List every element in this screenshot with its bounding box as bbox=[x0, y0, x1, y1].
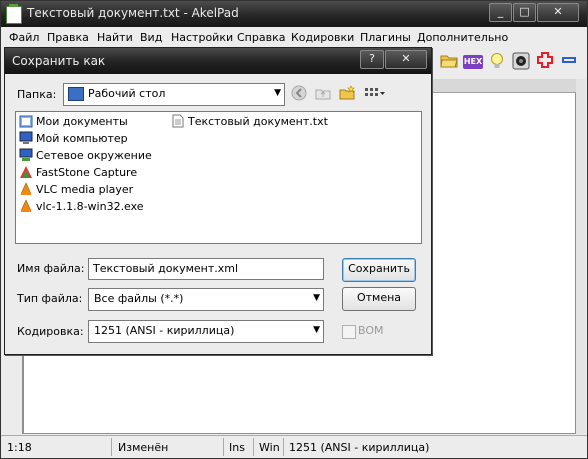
hex-icon[interactable]: HEX bbox=[463, 55, 483, 69]
status-insert-mode: Ins bbox=[229, 441, 245, 454]
filetype-label: Тип файла: bbox=[17, 292, 83, 305]
menu-file[interactable]: Файл bbox=[9, 31, 39, 44]
menu-plugins[interactable]: Плагины bbox=[360, 31, 411, 44]
red-cross-icon[interactable] bbox=[535, 52, 555, 72]
chevron-down-icon: ▼ bbox=[313, 325, 320, 335]
file-name: Текстовый документ.txt bbox=[188, 115, 328, 128]
title-bar[interactable]: Текстовый документ.txt - AkelPad _ □ ✕ bbox=[1, 1, 587, 27]
speaker-icon[interactable] bbox=[511, 52, 531, 72]
chevron-down-icon: ▼ bbox=[313, 293, 320, 303]
folder-select-value: Рабочий стол bbox=[88, 87, 166, 100]
file-name: FastStone Capture bbox=[36, 166, 138, 179]
notepad-app-icon bbox=[6, 4, 22, 24]
close-button[interactable]: ✕ bbox=[537, 3, 579, 22]
blue-minus-icon[interactable] bbox=[559, 52, 579, 72]
vlc-icon bbox=[19, 199, 33, 213]
file-name: Сетевое окружение bbox=[36, 149, 152, 162]
status-newline: Win bbox=[259, 441, 280, 454]
save-button[interactable]: Сохранить bbox=[342, 258, 416, 282]
folder-label: Папка: bbox=[17, 88, 57, 101]
filename-input[interactable]: Текстовый документ.xml bbox=[88, 258, 324, 280]
menu-edit[interactable]: Правка bbox=[47, 31, 89, 44]
file-name: vlc-1.1.8-win32.exe bbox=[36, 200, 144, 213]
status-divider bbox=[283, 438, 284, 456]
lightbulb-icon[interactable] bbox=[487, 52, 507, 72]
view-menu-icon[interactable] bbox=[362, 85, 386, 103]
chevron-down-icon: ▼ bbox=[274, 88, 281, 98]
my-computer-icon bbox=[19, 131, 33, 145]
help-button[interactable]: ? bbox=[360, 50, 384, 69]
menu-help[interactable]: Справка bbox=[237, 31, 285, 44]
file-name: VLC media player bbox=[36, 183, 134, 196]
vlc-icon bbox=[19, 182, 33, 196]
encoding-select-value: 1251 (ANSI - кириллица) bbox=[94, 324, 235, 337]
desktop-icon bbox=[68, 87, 84, 101]
filetype-select[interactable]: Все файлы (*.*) ▼ bbox=[88, 288, 324, 311]
status-modified: Изменён bbox=[118, 441, 169, 454]
bom-checkbox[interactable] bbox=[342, 325, 356, 339]
file-list[interactable]: Мои документы Мой компьютер Сетевое окру… bbox=[15, 111, 422, 244]
maximize-button[interactable]: □ bbox=[513, 3, 536, 22]
vertical-scrollbar[interactable] bbox=[576, 79, 586, 434]
cancel-button[interactable]: Отмена bbox=[342, 287, 416, 311]
status-divider bbox=[223, 438, 224, 456]
filetype-select-value: Все файлы (*.*) bbox=[94, 292, 184, 305]
encoding-label: Кодировка: bbox=[17, 325, 84, 338]
save-as-dialog: Сохранить как ? ✕ Папка: Рабочий стол ▼ … bbox=[4, 47, 432, 355]
status-divider bbox=[111, 438, 112, 456]
dialog-title: Сохранить как bbox=[12, 54, 106, 68]
open-folder-icon[interactable] bbox=[439, 52, 459, 72]
back-arrow-icon[interactable] bbox=[290, 85, 308, 103]
filename-input-value: Текстовый документ.xml bbox=[93, 262, 239, 275]
faststone-icon bbox=[19, 165, 33, 179]
dialog-close-button[interactable]: ✕ bbox=[385, 50, 427, 69]
menu-encodings[interactable]: Кодировки bbox=[291, 31, 354, 44]
network-icon bbox=[19, 148, 33, 162]
filename-label: Имя файла: bbox=[17, 262, 85, 275]
status-codepage: 1251 (ANSI - кириллица) bbox=[289, 441, 430, 454]
menu-find[interactable]: Найти bbox=[97, 31, 133, 44]
menu-view[interactable]: Вид bbox=[140, 31, 162, 44]
status-position: 1:18 bbox=[7, 441, 32, 454]
new-folder-icon[interactable] bbox=[338, 85, 356, 103]
my-documents-icon bbox=[19, 114, 33, 128]
status-bar: 1:18 Изменён Ins Win 1251 (ANSI - кирилл… bbox=[1, 435, 587, 458]
dialog-title-bar[interactable]: Сохранить как ? ✕ bbox=[5, 48, 431, 74]
editor-tab-strip bbox=[431, 79, 581, 93]
bom-label: BOM bbox=[358, 324, 384, 337]
menu-bar: Файл Правка Найти Вид Настройки Справка … bbox=[1, 27, 587, 48]
folder-select[interactable]: Рабочий стол ▼ bbox=[63, 83, 285, 106]
up-folder-icon[interactable] bbox=[314, 85, 332, 103]
file-name: Мой компьютер bbox=[36, 132, 128, 145]
menu-extra[interactable]: Дополнительно bbox=[417, 31, 508, 44]
file-name: Мои документы bbox=[36, 115, 128, 128]
status-divider bbox=[253, 438, 254, 456]
window-title: Текстовый документ.txt - AkelPad bbox=[27, 6, 239, 20]
menu-settings[interactable]: Настройки bbox=[171, 31, 233, 44]
text-file-icon bbox=[171, 114, 185, 128]
minimize-button[interactable]: _ bbox=[489, 3, 512, 22]
encoding-select[interactable]: 1251 (ANSI - кириллица) ▼ bbox=[88, 320, 324, 343]
